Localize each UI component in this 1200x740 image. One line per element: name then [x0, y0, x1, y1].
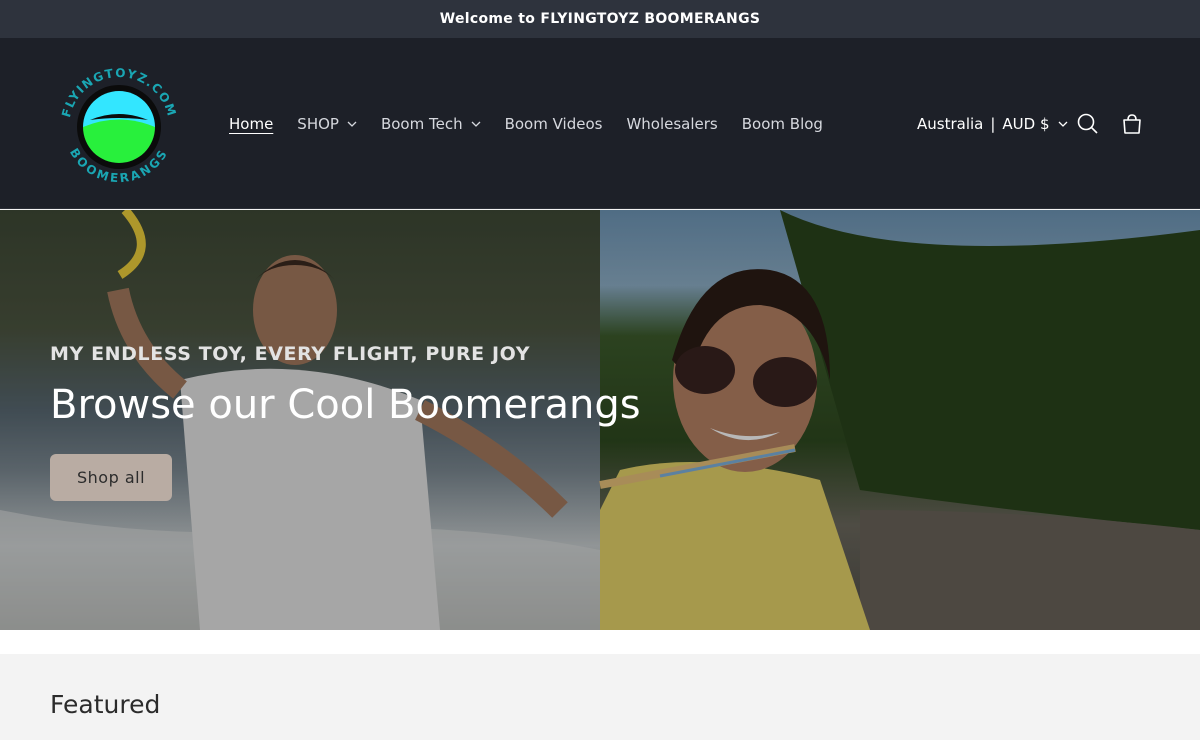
shop-all-button[interactable]: Shop all: [50, 454, 172, 501]
nav-item-label: SHOP: [297, 114, 339, 133]
hero-title: Browse our Cool Boomerangs: [50, 382, 641, 428]
nav-item-shop[interactable]: SHOP: [297, 115, 357, 133]
nav-item-wholesalers[interactable]: Wholesalers: [626, 115, 717, 133]
nav-item-label: Wholesalers: [626, 114, 718, 133]
main-nav: Home SHOP Boom Tech Boom Videos Wholesal…: [229, 38, 847, 209]
nav-item-label: Boom Videos: [504, 114, 603, 133]
site-header: FLYINGTOYZ.COM BOOMERANGS Home SHOP Boom…: [0, 38, 1200, 209]
nav-item-boom-tech[interactable]: Boom Tech: [381, 115, 481, 133]
currency-label: AUD $: [1002, 114, 1050, 133]
chevron-down-icon: [471, 121, 481, 127]
site-logo[interactable]: FLYINGTOYZ.COM BOOMERANGS: [52, 60, 186, 194]
nav-item-boom-blog[interactable]: Boom Blog: [742, 115, 823, 133]
nav-item-label: Boom Tech: [380, 114, 463, 133]
cart-icon: [1123, 114, 1141, 134]
chevron-down-icon: [347, 121, 357, 127]
hero-banner: MY ENDLESS TOY, EVERY FLIGHT, PURE JOY B…: [0, 210, 1200, 630]
country-currency-selector[interactable]: Australia | AUD $: [917, 38, 1068, 209]
section-divider: [0, 630, 1200, 654]
locale-separator: |: [990, 114, 996, 133]
chevron-down-icon: [1058, 121, 1067, 127]
nav-item-boom-videos[interactable]: Boom Videos: [505, 115, 603, 133]
search-icon: [1077, 113, 1098, 134]
cart-button[interactable]: [1119, 111, 1145, 137]
country-label: Australia: [917, 114, 984, 133]
nav-item-label: Boom Blog: [741, 114, 823, 133]
announcement-bar: Welcome to FLYINGTOYZ BOOMERANGS: [0, 0, 1200, 38]
search-button[interactable]: [1075, 111, 1101, 137]
nav-item-label: Home: [229, 114, 274, 133]
nav-item-home[interactable]: Home: [229, 115, 273, 133]
featured-heading: Featured: [50, 690, 161, 719]
announcement-text: Welcome to FLYINGTOYZ BOOMERANGS: [439, 11, 761, 27]
featured-section: Featured: [0, 654, 1200, 740]
hero-subtitle: MY ENDLESS TOY, EVERY FLIGHT, PURE JOY: [50, 343, 531, 365]
